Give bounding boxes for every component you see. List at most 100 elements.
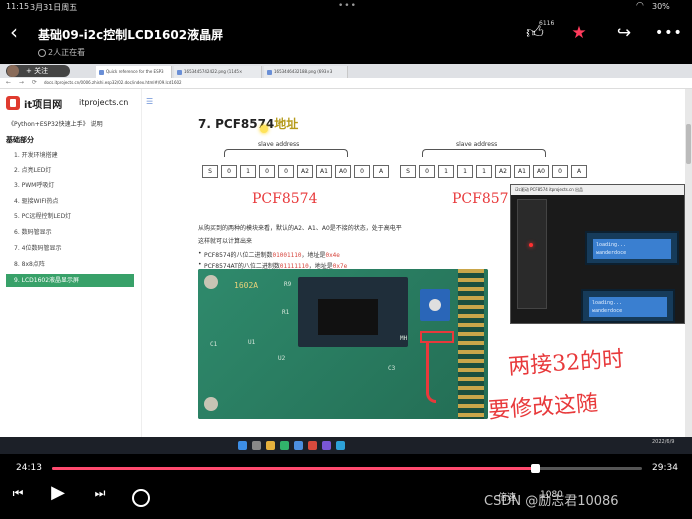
favorite-star-button[interactable]: ★ [568,22,590,44]
address-bits: S 0 1 1 1 A2 A1 A0 0 A [400,165,590,178]
slave-address-label: slave address [456,141,498,148]
total-time: 29:34 [652,463,678,473]
bullet-mid: ，地址是 [301,252,326,259]
browser-tab[interactable]: 1653445742422.png (1145× [174,66,262,78]
like-count: 6116 [539,20,555,27]
page-scrollbar-thumb[interactable] [686,124,691,164]
bullet-pcf8574: PCF8574的八位二进制数01001110，地址是0x4e [198,250,340,259]
header-pins [458,269,484,419]
bit-cell: A0 [533,165,549,178]
nav-arrows-icon[interactable]: ← → ⟳ [6,79,40,86]
next-button[interactable]: ⏭ [92,486,108,501]
browser-icon[interactable] [294,441,303,450]
sidebar-item-8x8-matrix[interactable]: 8. 8x8点阵 [14,258,134,271]
bit-cell: 0 [552,165,568,178]
multitask-dots-icon[interactable]: ••• [338,1,357,11]
inset-title: i2c驱动 PCF8574 itprojects.cn 出品 [511,185,684,195]
folder-icon[interactable] [266,441,275,450]
slave-address-brace [224,149,348,157]
browser-tab[interactable]: Quick reference for the ESP3 [96,66,172,78]
address-bar[interactable]: ← → ⟳ docs.itprojects.cn/0006.zhishi.esp… [0,78,692,89]
back-button[interactable]: ‹ [10,22,26,42]
app-icon[interactable] [308,441,317,450]
bit-cell: 0 [259,165,275,178]
site-logo-text[interactable]: it项目网 [24,96,62,111]
handwritten-note-line1: 两接32的时 [507,346,625,381]
lcd-module: loading... wanderdoce [585,231,679,265]
sidebar-item-4digit-tube[interactable]: 7. 4位数码管显示 [14,242,134,255]
chip-name-left: PCF8574 [252,191,318,207]
pcf8574-chip [318,299,378,335]
silkscreen-label: U1 [248,339,256,346]
share-button[interactable]: ↪ [613,22,635,44]
bit-cell: 1 [476,165,492,178]
lcd-line: loading... [596,242,627,248]
wechat-icon[interactable] [280,441,289,450]
sidebar-item-env-setup[interactable]: 1. 开发环境搭建 [14,149,134,162]
app-icon[interactable] [322,441,331,450]
docs-sidebar: it项目网 itprojects.cn 《Python+ESP32快速上手》 说… [0,89,142,437]
sidebar-item-pwm[interactable]: 3. PWM呼吸灯 [14,179,134,192]
wifi-icon: ◠ [636,1,644,11]
bit-cell: 1 [240,165,256,178]
csdn-watermark: CSDN @励志君10086 [484,494,619,509]
start-icon[interactable] [238,441,247,450]
lcd-module: loading... wanderdoce [581,289,675,323]
tab-favicon-icon [99,70,104,75]
site-logo-icon[interactable] [6,96,20,110]
bit-cell: 0 [354,165,370,178]
video-frame[interactable]: Quick reference for the ESP3 16534457424… [0,64,692,454]
sidebar-item-remote-led[interactable]: 5. PC远程控制LED灯 [14,210,134,223]
os-taskbar: 2022/6/9 [0,437,692,454]
lcd-screen: loading... wanderdoce [593,239,671,259]
tab-label: 1653446432188.png (693×3 [274,69,333,74]
tab-favicon-icon [267,70,272,75]
app-icon[interactable] [336,441,345,450]
silkscreen-label: C3 [388,365,396,372]
bit-cell: A2 [495,165,511,178]
browser-tab-strip: Quick reference for the ESP3 16534457424… [0,64,692,78]
uploader-avatar[interactable] [7,65,19,77]
tab-label: 1653445742422.png (1145× [184,69,243,74]
lcd-line: wanderdoce [592,308,623,314]
bit-cell: S [202,165,218,178]
bit-cell: 1 [457,165,473,178]
sidebar-item-lcd1602[interactable]: 9. LCD1602液晶显示屏 [6,274,134,287]
bit-cell: 1 [438,165,454,178]
section-title: 7. PCF8574地址 [198,115,298,132]
bit-cell: S [400,165,416,178]
pcb-photo: 1602A R9 U1 U2 C1 R1 MH C3 [198,269,488,419]
mount-hole [204,275,218,289]
bit-cell: A1 [316,165,332,178]
browser-tab[interactable]: 1653446432188.png (693×3 [264,66,348,78]
bullet-binary: 01001110 [272,252,302,259]
paragraph-default-pins: 从购买到的两种的模块来看，默认的A2、A1、A0是不接的状态，处于高电平 [198,225,402,232]
paragraph-calc: 这样就可以计算出来 [198,238,253,245]
slave-address-brace [422,149,546,157]
mount-hole [204,397,218,411]
sidebar-item-digit-tube[interactable]: 6. 数码管显示 [14,226,134,239]
status-bar: 11:15 3月31日周五 ••• ◠ 30% [0,0,692,14]
book-intro-link[interactable]: 《Python+ESP32快速上手》 说明 [8,119,103,128]
sidebar-item-led[interactable]: 2. 点亮LED灯 [14,164,134,177]
bit-cell: A0 [335,165,351,178]
play-button[interactable]: ▶ [48,482,68,503]
bit-cell: 0 [419,165,435,178]
search-icon[interactable] [252,441,261,450]
tab-label: Quick reference for the ESP3 [106,69,164,74]
loop-icon[interactable] [132,489,150,507]
previous-button[interactable]: ⏮ [10,486,26,501]
bullet-address: 0x4e [325,252,340,259]
taskbar-clock: 2022/6/9 [652,439,675,445]
progress-bar[interactable] [52,467,642,470]
video-header: ‹ 基础09-i2c控制LCD1602液晶屏 2人正在看 👍︎ 6116 ★ ↪… [0,14,692,62]
section-title-suffix: 地址 [274,117,299,131]
status-date: 3月31日周五 [30,3,78,12]
handwritten-note-line2: 要修改这随 [487,391,599,424]
board-label: 1602A [234,281,259,290]
person-icon [38,48,46,57]
sidebar-item-wifi[interactable]: 4. 驱接WIFI热点 [14,195,134,208]
address-jumper-highlight [420,331,454,343]
more-options-button[interactable]: ••• [655,22,682,44]
progress-knob[interactable] [531,464,541,473]
